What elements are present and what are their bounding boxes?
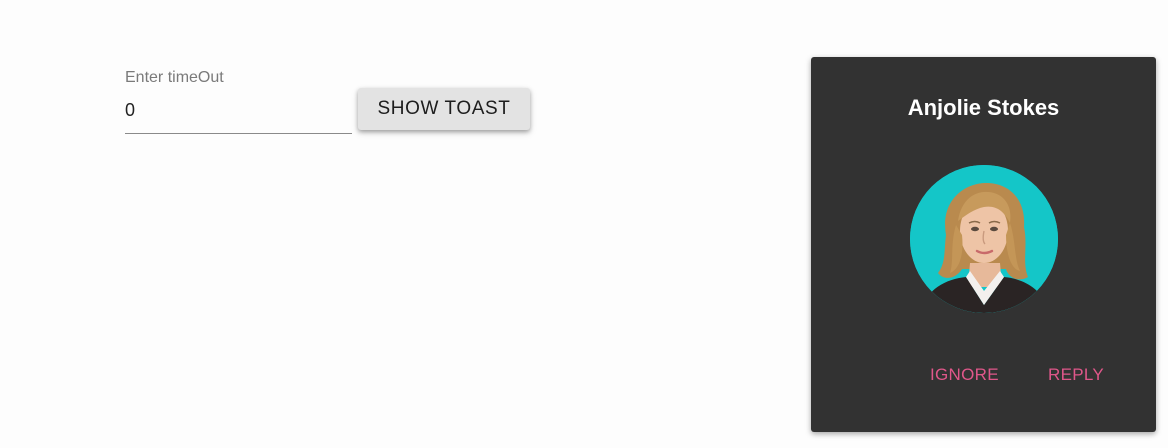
avatar-portrait-image bbox=[910, 165, 1058, 313]
avatar bbox=[910, 165, 1058, 313]
toast-actions: IGNORE REPLY bbox=[811, 364, 1156, 388]
timeout-label: Enter timeOut bbox=[125, 69, 224, 86]
toast-title: Anjolie Stokes bbox=[907, 95, 1060, 120]
toast-card: Anjolie Stokes IGNORE REPLY bbox=[811, 57, 1156, 432]
timeout-input[interactable] bbox=[125, 96, 352, 134]
show-toast-button[interactable]: SHOW TOAST bbox=[358, 88, 530, 130]
page: Enter timeOut SHOW TOAST Anjolie Stokes bbox=[0, 0, 1168, 448]
reply-button[interactable]: REPLY bbox=[1048, 364, 1104, 386]
ignore-button[interactable]: IGNORE bbox=[930, 364, 999, 386]
timeout-field: Enter timeOut bbox=[125, 68, 352, 134]
